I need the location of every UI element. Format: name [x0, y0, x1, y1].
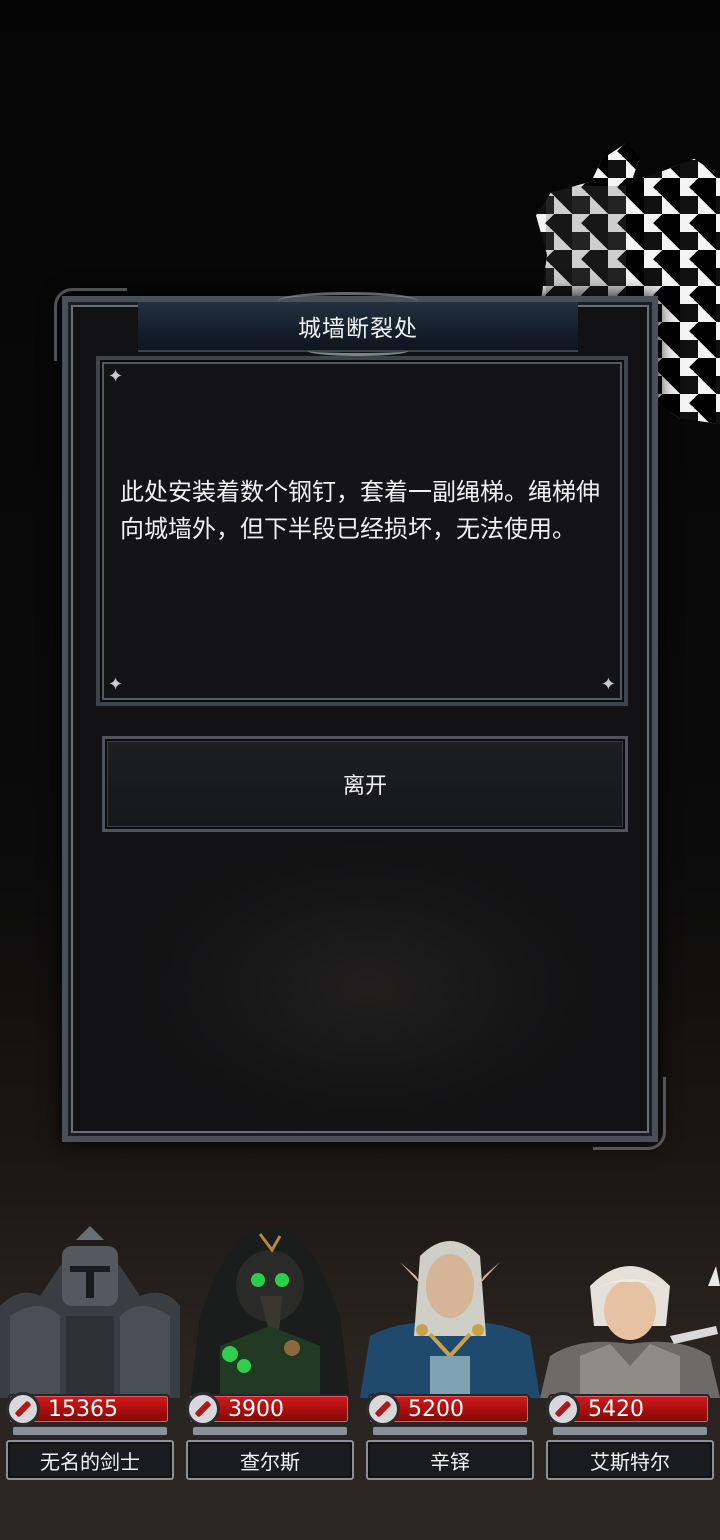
- member-name-plate: 辛铎: [366, 1440, 534, 1480]
- hp-bar: 5200: [366, 1392, 530, 1426]
- sparkle-icon: ✦: [108, 674, 124, 695]
- sword-icon: [186, 1392, 220, 1426]
- member-name: 无名的剑士: [40, 1449, 140, 1474]
- secondary-bar: [372, 1426, 528, 1436]
- member-name: 艾斯特尔: [590, 1449, 670, 1474]
- hp-value: 5200: [408, 1397, 464, 1422]
- sword-icon: [546, 1392, 580, 1426]
- plague-doctor-portrait: [180, 1226, 360, 1398]
- leave-button-label: 离开: [342, 774, 387, 799]
- leave-button[interactable]: 离开: [102, 736, 628, 832]
- member-name: 查尔斯: [240, 1449, 300, 1474]
- sparkle-icon: ✦: [108, 366, 124, 387]
- party-member-card[interactable]: 3900 查尔斯: [180, 1226, 360, 1486]
- party-bar: 15365 无名的剑士 3900 查尔斯 5200 辛铎 5420 艾斯特尔: [0, 1226, 720, 1486]
- secondary-bar: [552, 1426, 708, 1436]
- sword-icon: [6, 1392, 40, 1426]
- armored-knight-portrait: [0, 1226, 180, 1398]
- hp-value: 5420: [588, 1397, 644, 1422]
- secondary-bar: [12, 1426, 168, 1436]
- sparkle-icon: ✦: [600, 674, 616, 695]
- description-panel: ✦ ✦ ✦ 此处安装着数个钢钉，套着一副绳梯。绳梯伸向城墙外，但下半段已经损坏，…: [96, 356, 628, 706]
- member-name-plate: 无名的剑士: [6, 1440, 174, 1480]
- member-name-plate: 查尔斯: [186, 1440, 354, 1480]
- dialog-title: 城墙断裂处: [298, 316, 418, 342]
- title-ornament-bottom: [308, 346, 408, 356]
- title-ornament: [278, 292, 418, 310]
- event-dialog: 城墙断裂处 ✦ ✦ ✦ 此处安装着数个钢钉，套着一副绳梯。绳梯伸向城墙外，但下半…: [54, 288, 666, 1150]
- sword-icon: [366, 1392, 400, 1426]
- hp-value: 3900: [228, 1397, 284, 1422]
- dialog-background-texture: [128, 842, 608, 1132]
- party-member-card[interactable]: 5200 辛铎: [360, 1226, 540, 1486]
- event-description: 此处安装着数个钢钉，套着一副绳梯。绳梯伸向城墙外，但下半段已经损坏，无法使用。: [120, 478, 600, 543]
- secondary-bar: [192, 1426, 348, 1436]
- hp-bar: 3900: [186, 1392, 350, 1426]
- dialog-title-bar: 城墙断裂处: [138, 292, 578, 356]
- hp-bar: 5420: [546, 1392, 710, 1426]
- member-name-plate: 艾斯特尔: [546, 1440, 714, 1480]
- hp-bar: 15365: [6, 1392, 170, 1426]
- young-swordsman-portrait: [540, 1226, 720, 1398]
- hp-value: 15365: [48, 1397, 118, 1422]
- party-member-card[interactable]: 5420 艾斯特尔: [540, 1226, 720, 1486]
- party-member-card[interactable]: 15365 无名的剑士: [0, 1226, 180, 1486]
- elf-mage-portrait: [360, 1226, 540, 1398]
- member-name: 辛铎: [430, 1449, 470, 1474]
